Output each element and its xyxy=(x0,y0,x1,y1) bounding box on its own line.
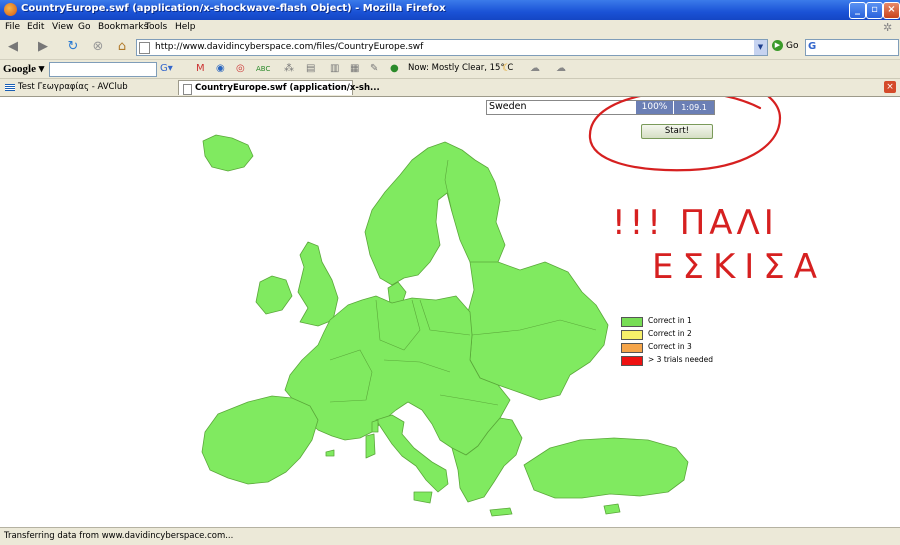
status-text: Transferring data from www.davidincybers… xyxy=(4,531,234,541)
menu-go[interactable]: Go xyxy=(78,22,90,32)
legend-swatch-red xyxy=(621,356,643,366)
url-text: http://www.davidincyberspace.com/files/C… xyxy=(155,42,424,52)
menu-bar: File Edit View Go Bookmarks Tools Help ✲ xyxy=(0,20,900,36)
menu-view[interactable]: View xyxy=(52,22,73,32)
tab-countryeurope-label: CountryEurope.swf (application/x-sh... xyxy=(195,83,380,93)
google-logo[interactable]: Google ▾ xyxy=(3,62,44,75)
page-icon xyxy=(139,42,150,54)
flash-content: Sweden 100% 1:09.1 Start! !!! ΠΑΛΙ ΕΣΚΙΣ… xyxy=(0,97,900,527)
reload-icon[interactable]: ↻ xyxy=(64,39,82,55)
window-titlebar: CountryEurope.swf (application/x-shockwa… xyxy=(0,0,900,20)
address-bar[interactable]: http://www.davidincyberspace.com/files/C… xyxy=(136,39,768,56)
navigation-toolbar: ◀ ▶ ↻ ⊗ ⌂ http://www.davidincyberspace.c… xyxy=(0,35,900,60)
translate-icon[interactable]: ▦ xyxy=(350,63,359,75)
legend-label: Correct in 2 xyxy=(648,329,692,338)
search-box[interactable]: G xyxy=(805,39,899,56)
cyprus xyxy=(603,503,621,515)
sardinia xyxy=(365,433,376,459)
firefox-icon xyxy=(4,3,17,16)
tab-avclub[interactable]: Test Γεωγραφίας - AVClub xyxy=(2,80,177,95)
maximize-button[interactable]: ▫ xyxy=(866,2,883,19)
menu-tools[interactable]: Tools xyxy=(145,22,167,32)
spellcheck-icon[interactable]: ABC xyxy=(256,63,270,75)
crete xyxy=(489,507,513,517)
legend-label: > 3 trials needed xyxy=(648,355,714,364)
stop-icon[interactable]: ⊗ xyxy=(89,39,107,55)
news-icon[interactable]: ◉ xyxy=(216,63,225,75)
legend-swatch-yellow xyxy=(621,330,643,340)
iberia xyxy=(201,395,319,485)
forward-icon[interactable]: ▶ xyxy=(34,39,52,55)
legend-label: Correct in 1 xyxy=(648,316,692,325)
menu-bookmarks[interactable]: Bookmarks xyxy=(98,22,148,32)
weather-text: Now: Mostly Clear, 15° C xyxy=(408,63,514,73)
annotation-line1: !!! ΠΑΛΙ xyxy=(612,203,778,243)
status-bar: Transferring data from www.davidincybers… xyxy=(0,527,900,545)
tab-close-icon[interactable]: × xyxy=(884,81,896,93)
annotation-line2: ΕΣΚΙΣΑ xyxy=(652,247,826,287)
pagerank-icon[interactable]: ▥ xyxy=(330,63,339,75)
menu-edit[interactable]: Edit xyxy=(27,22,44,32)
europe-map: !!! ΠΑΛΙ ΕΣΚΙΣΑ xyxy=(201,97,826,517)
autofill-icon[interactable]: ▤ xyxy=(306,63,315,75)
home-icon[interactable]: ⌂ xyxy=(113,39,131,55)
menu-file[interactable]: File xyxy=(5,22,20,32)
url-dropdown-icon[interactable]: ▼ xyxy=(754,40,767,55)
gmail-icon[interactable]: M xyxy=(196,63,205,75)
weather-moon-icon: ☾ xyxy=(502,63,511,74)
turkey xyxy=(523,437,689,499)
sicily xyxy=(413,491,433,504)
tab-countryeurope[interactable]: CountryEurope.swf (application/x-sh... xyxy=(178,80,380,95)
weather-status-icon: ● xyxy=(390,63,399,74)
tab-avclub-label: Test Γεωγραφίας - AVClub xyxy=(18,82,128,92)
go-icon: ▶ xyxy=(772,40,783,51)
balearic xyxy=(325,449,335,457)
legend-swatch-green xyxy=(621,317,643,327)
google-toolbar: Google ▾ G▾ M ◉ ◎ ABC ⁂ ▤ ▥ ▦ ✎ ● Now: M… xyxy=(0,60,900,79)
back-icon[interactable]: ◀ xyxy=(4,39,22,55)
google-search-input[interactable] xyxy=(49,62,157,77)
autolink-icon[interactable]: ⁂ xyxy=(284,63,294,75)
window-title: CountryEurope.swf (application/x-shockwa… xyxy=(21,3,446,14)
greek-flag-icon xyxy=(5,84,15,91)
iceland xyxy=(202,134,254,172)
ireland xyxy=(255,275,293,315)
weather-storm-icon: ☁ xyxy=(556,63,566,74)
menu-help[interactable]: Help xyxy=(175,22,196,32)
corsica xyxy=(371,419,379,433)
legend-swatch-orange xyxy=(621,343,643,353)
document-icon xyxy=(183,84,192,95)
close-button[interactable]: × xyxy=(883,2,900,19)
minimize-button[interactable]: _ xyxy=(849,2,866,19)
throbber-icon: ✲ xyxy=(883,21,893,34)
go-label: Go xyxy=(786,41,799,51)
red-circle-annotation xyxy=(588,97,782,172)
tab-bar: Test Γεωγραφίας - AVClub CountryEurope.s… xyxy=(0,79,900,97)
eastern-europe xyxy=(467,261,609,401)
google-search-button-icon[interactable]: G▾ xyxy=(160,63,173,75)
go-button[interactable]: ▶ Go xyxy=(772,40,798,51)
great-britain xyxy=(297,241,339,327)
google-search-icon: G xyxy=(808,41,817,52)
google-logo-text: Google xyxy=(3,63,36,75)
legend-label: Correct in 3 xyxy=(648,342,692,351)
weather-cloud-icon: ☁ xyxy=(530,63,540,74)
block-icon[interactable]: ◎ xyxy=(236,63,245,75)
pencil-icon[interactable]: ✎ xyxy=(370,63,378,75)
